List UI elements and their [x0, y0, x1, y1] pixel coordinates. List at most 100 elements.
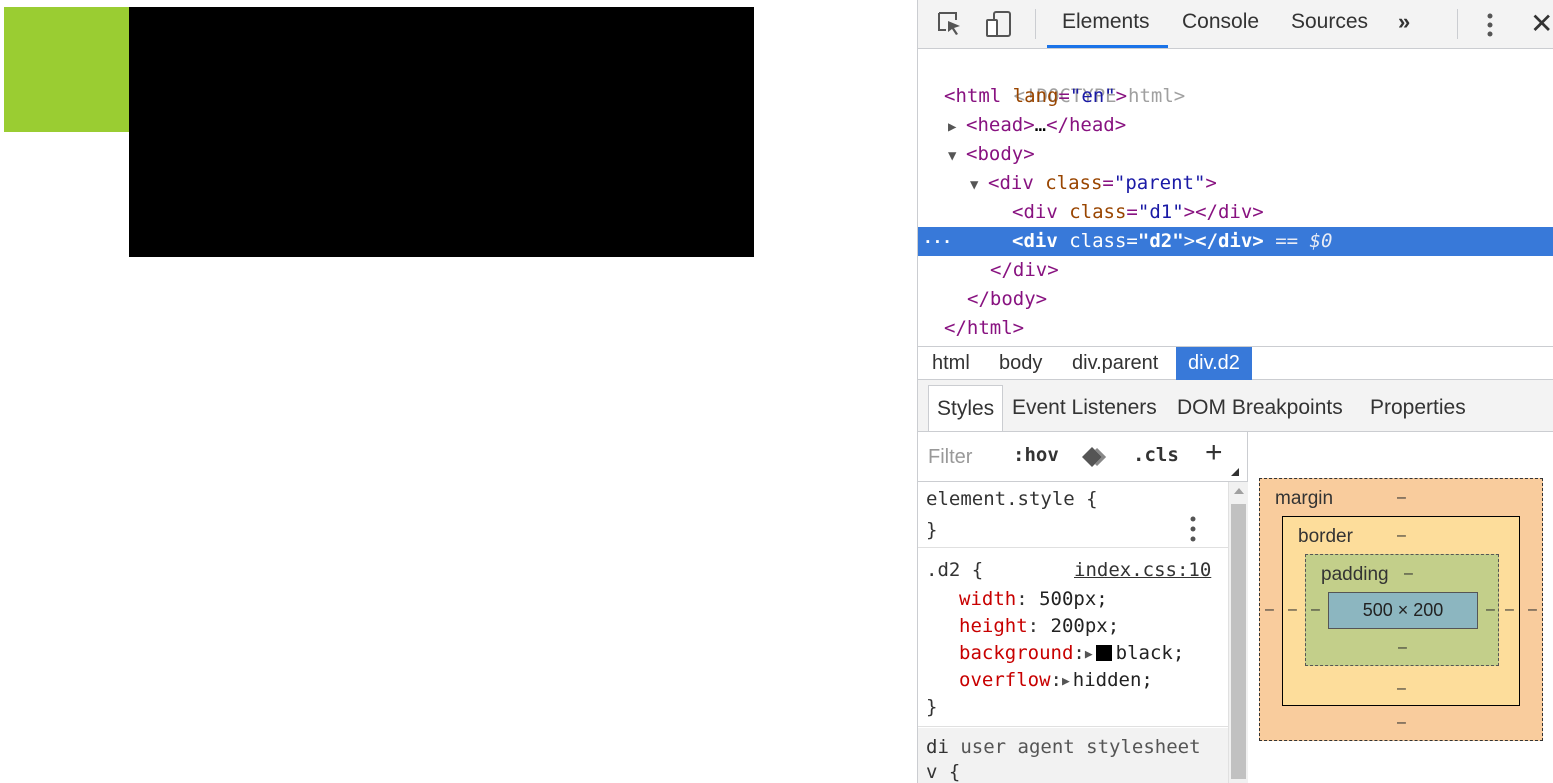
attr-value: "d1": [1137, 201, 1184, 223]
tag-text: <div: [988, 172, 1034, 194]
margin-bottom-value[interactable]: –: [1397, 714, 1406, 732]
collapse-triangle-icon[interactable]: ▼: [948, 142, 966, 171]
dom-node-div-d1[interactable]: <div class="d1"></div>: [918, 198, 1553, 227]
tab-properties[interactable]: Properties: [1370, 385, 1466, 431]
property-value: 500px;: [1039, 588, 1108, 610]
dom-node-div-d2-selected[interactable]: ··· <div class="d2"></div> == $0: [918, 227, 1553, 256]
tag-text: </body>: [967, 288, 1048, 310]
dom-node-head[interactable]: ▶ <head>…</head>: [918, 111, 1553, 140]
styles-filter-input[interactable]: [926, 444, 1006, 470]
rule-menu-icon[interactable]: [1188, 514, 1198, 544]
color-swatch[interactable]: [1095, 645, 1112, 661]
tag-text: <html: [944, 85, 1002, 107]
dom-node-body-close[interactable]: </body>: [918, 285, 1553, 314]
tag-text: </div>: [1195, 230, 1264, 252]
breadcrumb: html body div.parent div.d2: [918, 346, 1553, 380]
collapse-triangle-icon[interactable]: ▼: [970, 171, 988, 200]
device-toolbar-icon[interactable]: [985, 10, 1013, 38]
padding-bottom-value[interactable]: –: [1398, 639, 1407, 657]
dom-node-div-parent[interactable]: ▼ <div class="parent">: [918, 169, 1553, 198]
tab-sources[interactable]: Sources: [1291, 0, 1368, 48]
box-model-content[interactable]: 500 × 200: [1328, 592, 1478, 629]
border-left-value[interactable]: –: [1288, 601, 1297, 619]
tab-event-listeners[interactable]: Event Listeners: [1012, 385, 1157, 431]
attr-value: "d2": [1137, 230, 1184, 252]
hover-state-toggle[interactable]: :hov: [1013, 444, 1059, 466]
css-property-overflow[interactable]: overflow:▶ hidden;: [959, 667, 1153, 694]
scroll-up-arrow-icon[interactable]: [1234, 488, 1244, 494]
dom-node-html[interactable]: <html lang="en">: [918, 82, 1553, 111]
eq: =: [1058, 85, 1070, 107]
corner-triangle-icon[interactable]: [1231, 468, 1239, 476]
tab-console[interactable]: Console: [1182, 0, 1259, 48]
border-top-value[interactable]: –: [1397, 527, 1406, 545]
div-d1-green-box: [4, 7, 129, 132]
property-name: height: [959, 615, 1028, 637]
rule-selector[interactable]: di user agent stylesheet: [926, 734, 1201, 761]
border-bottom-value[interactable]: –: [1397, 680, 1406, 698]
box-model-padding[interactable]: padding – – – – 500 × 200: [1305, 554, 1499, 666]
devtools-panel: Elements Console Sources » ✕ <!DOCTYPE h…: [917, 0, 1553, 783]
tag-text: </div>: [990, 259, 1059, 281]
margin-top-value[interactable]: –: [1397, 489, 1406, 507]
rendered-page: [0, 0, 917, 783]
div-d2-black-box: [129, 7, 754, 257]
rendering-emulation-icon[interactable]: [1080, 445, 1114, 469]
toolbar-separator: [1035, 9, 1036, 39]
tag-text: <body>: [966, 143, 1035, 165]
rule-selector[interactable]: element.style {: [926, 486, 1098, 513]
property-name: overflow: [959, 669, 1051, 691]
tag-text: >: [1183, 201, 1196, 223]
selector-part: di: [926, 736, 949, 758]
padding-right-value[interactable]: –: [1486, 601, 1495, 619]
tab-styles[interactable]: Styles: [928, 385, 1004, 431]
class-toggle[interactable]: .cls: [1133, 444, 1179, 466]
rule-selector[interactable]: .d2 {: [926, 557, 983, 584]
tag-text: <div: [1012, 230, 1058, 252]
expand-triangle-icon[interactable]: ▶: [948, 113, 966, 142]
scrollbar-thumb[interactable]: [1231, 504, 1246, 779]
property-name: background: [959, 642, 1074, 664]
stylesheet-source-link[interactable]: index.css:10: [1074, 557, 1211, 584]
tag-text: >: [1183, 230, 1196, 252]
rule-close-brace: }: [926, 696, 938, 718]
close-icon[interactable]: ✕: [1530, 7, 1553, 40]
dom-node-doctype[interactable]: <!DOCTYPE html>: [918, 53, 1553, 107]
css-property-width[interactable]: width: 500px;: [959, 586, 1108, 613]
dom-node-html-close[interactable]: </html>: [918, 314, 1553, 343]
devtools-menu-icon[interactable]: [1480, 10, 1500, 40]
devtools-toolbar: Elements Console Sources » ✕: [918, 0, 1553, 49]
css-property-background[interactable]: background:▶ black;: [959, 640, 1184, 667]
dom-node-div-close[interactable]: </div>: [918, 256, 1553, 285]
rules-scrollbar[interactable]: [1228, 482, 1248, 783]
css-property-height[interactable]: height: 200px;: [959, 613, 1119, 640]
more-tabs-chevron-icon[interactable]: »: [1398, 0, 1410, 48]
rule-selector-wrap: v {: [926, 761, 961, 783]
margin-label: margin: [1275, 488, 1334, 509]
breadcrumb-div-d2[interactable]: div.d2: [1176, 347, 1252, 380]
box-model-border[interactable]: border – – – – padding – – – – 500 × 200: [1282, 516, 1520, 706]
breadcrumb-div-parent[interactable]: div.parent: [1066, 347, 1164, 380]
tab-elements[interactable]: Elements: [1062, 0, 1150, 48]
attr-value: "en": [1069, 85, 1116, 107]
padding-top-value[interactable]: –: [1404, 565, 1413, 583]
expand-triangle-icon[interactable]: ▶: [1062, 668, 1070, 695]
padding-label: padding: [1321, 564, 1389, 585]
inspect-element-icon[interactable]: [936, 10, 964, 38]
border-right-value[interactable]: –: [1505, 601, 1514, 619]
tab-dom-breakpoints[interactable]: DOM Breakpoints: [1177, 385, 1343, 431]
breadcrumb-body[interactable]: body: [993, 347, 1048, 380]
attr-name: class: [1069, 201, 1127, 223]
padding-left-value[interactable]: –: [1311, 601, 1320, 619]
property-value: black;: [1115, 642, 1185, 664]
breadcrumb-html[interactable]: html: [926, 347, 976, 380]
box-model-margin[interactable]: margin – – – – border – – – – padding – …: [1259, 478, 1543, 741]
node-menu-icon[interactable]: ···: [923, 227, 952, 256]
margin-left-value[interactable]: –: [1265, 601, 1274, 619]
margin-right-value[interactable]: –: [1528, 601, 1537, 619]
eq: =: [1126, 230, 1138, 252]
dom-node-body[interactable]: ▼ <body>: [918, 140, 1553, 169]
expand-triangle-icon[interactable]: ▶: [1085, 641, 1093, 668]
property-value: hidden;: [1072, 669, 1153, 691]
new-style-rule-button[interactable]: +: [1205, 436, 1223, 470]
